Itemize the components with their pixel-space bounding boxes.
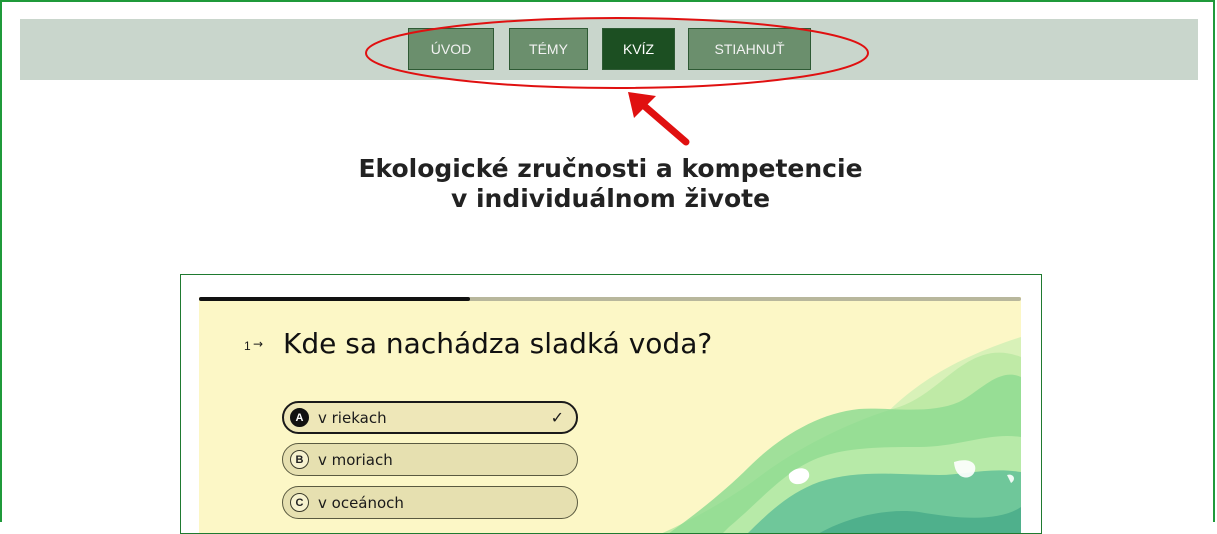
option-label: v oceánoch <box>318 493 404 512</box>
quiz-progress-track <box>199 297 1021 301</box>
question-text: Kde sa nachádza sladká voda? <box>283 327 713 360</box>
answer-option-b[interactable]: B v moriach <box>282 443 578 476</box>
quiz-embed-frame: 1 → Kde sa nachádza sladká voda? A v rie… <box>180 274 1042 534</box>
option-key-badge: C <box>290 493 309 512</box>
quiz-progress-fill <box>199 297 471 301</box>
page-title-line1: Ekologické zručnosti a kompetencie <box>358 154 863 183</box>
question-number: 1 <box>244 339 251 353</box>
question-arrow-icon: → <box>253 337 264 351</box>
nav-button-stiahnut[interactable]: STIAHNUŤ <box>688 28 811 70</box>
option-label: v riekach <box>318 408 387 427</box>
answer-option-a[interactable]: A v riekach ✓ <box>282 401 578 434</box>
top-navigation-bar: ÚVOD TÉMY KVÍZ STIAHNUŤ <box>20 19 1198 80</box>
quiz-panel: 1 → Kde sa nachádza sladká voda? A v rie… <box>199 297 1021 533</box>
option-key-badge: B <box>290 450 309 469</box>
page-title: Ekologické zručnosti a kompetencie v ind… <box>2 154 1217 214</box>
page-frame: ÚVOD TÉMY KVÍZ STIAHNUŤ Ekologické zručn… <box>0 0 1217 534</box>
answer-option-c[interactable]: C v oceánoch <box>282 486 578 519</box>
annotation-arrow-icon <box>628 92 690 146</box>
checkmark-icon: ✓ <box>550 408 564 427</box>
option-label: v moriach <box>318 450 393 469</box>
option-key-badge: A <box>290 408 309 427</box>
nav-button-kviz[interactable]: KVÍZ <box>602 28 675 70</box>
page-title-line2: v individuálnom živote <box>450 184 771 213</box>
nav-button-temy[interactable]: TÉMY <box>509 28 588 70</box>
nav-button-uvod[interactable]: ÚVOD <box>408 28 494 70</box>
